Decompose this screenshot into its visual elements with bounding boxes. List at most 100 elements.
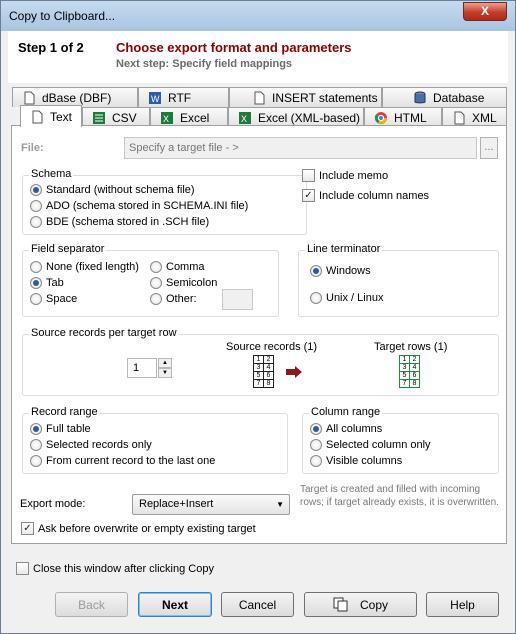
- range-selected-records-radio[interactable]: Selected records only: [30, 439, 152, 451]
- radio-indicator: [310, 423, 322, 435]
- browse-file-button[interactable]: ...: [480, 137, 498, 159]
- separator-none-radio[interactable]: None (fixed length): [30, 261, 139, 273]
- terminator-windows-radio[interactable]: Windows: [310, 265, 371, 277]
- spin-up-icon[interactable]: ▲: [158, 358, 172, 368]
- option-label: None (fixed length): [46, 261, 139, 273]
- tab-label: HTML: [394, 110, 427, 125]
- tab-html[interactable]: HTML: [364, 107, 442, 127]
- radio-indicator: [310, 455, 322, 467]
- target-rows-caption: Target rows (1): [374, 341, 448, 353]
- option-label: All columns: [326, 423, 383, 435]
- tab-excel[interactable]: X Excel: [150, 107, 228, 127]
- option-label: Other:: [166, 293, 197, 305]
- separator-comma-radio[interactable]: Comma: [150, 261, 205, 273]
- schema-bde-radio[interactable]: BDE (schema stored in .SCH file): [30, 216, 209, 228]
- dialog-window: Copy to Clipboard... X Step 1 of 2 Choos…: [0, 0, 516, 634]
- grid-cell: 8: [263, 379, 274, 388]
- option-label: Tab: [46, 277, 64, 289]
- other-separator-input[interactable]: [222, 289, 253, 310]
- range-full-table-radio[interactable]: Full table: [30, 423, 91, 435]
- line-terminator-group: Line terminator Windows Unix / Linux: [298, 243, 499, 317]
- tab-label: dBase (DBF): [42, 90, 112, 105]
- radio-indicator: [150, 293, 162, 305]
- step-indicator: Step 1 of 2: [18, 40, 84, 55]
- back-button[interactable]: Back: [55, 592, 128, 617]
- file-icon: [252, 91, 266, 105]
- separator-semicolon-radio[interactable]: Semicolon: [150, 277, 217, 289]
- tab-excel-xml[interactable]: X Excel (XML-based): [228, 107, 364, 127]
- record-range-label: Record range: [29, 406, 100, 418]
- separator-other-radio[interactable]: Other:: [150, 293, 197, 305]
- button-label: Next: [161, 597, 188, 612]
- radio-indicator: [150, 277, 162, 289]
- file-icon: [30, 110, 44, 124]
- copy-icon: [333, 597, 348, 612]
- option-label: From current record to the last one: [46, 455, 216, 467]
- radio-indicator: [310, 439, 322, 451]
- grid-cell: 3: [399, 363, 410, 372]
- cancel-button[interactable]: Cancel: [221, 592, 294, 617]
- spin-down-icon[interactable]: ▼: [158, 368, 172, 378]
- step-title: Choose export format and parameters: [116, 40, 352, 55]
- columns-selected-radio[interactable]: Selected column only: [310, 439, 431, 451]
- option-label: Windows: [326, 265, 371, 277]
- line-terminator-label: Line terminator: [305, 243, 383, 255]
- tab-text[interactable]: Text: [20, 105, 82, 127]
- file-icon: [452, 111, 466, 125]
- radio-indicator: [30, 200, 42, 212]
- close-after-copy-checkbox[interactable]: Close this window after clicking Copy: [16, 562, 214, 575]
- option-label: Standard (without schema file): [46, 184, 195, 196]
- tab-label: XML: [472, 110, 497, 125]
- column-range-label: Column range: [309, 406, 383, 418]
- include-column-names-checkbox[interactable]: ✓ Include column names: [302, 189, 429, 202]
- option-label: Full table: [46, 423, 91, 435]
- svg-text:W: W: [151, 94, 160, 104]
- help-button[interactable]: Help: [426, 592, 499, 617]
- tab-csv[interactable]: CSV: [82, 107, 150, 127]
- csv-icon: [92, 111, 106, 125]
- export-mode-label: Export mode:: [20, 498, 86, 510]
- range-current-to-last-radio[interactable]: From current record to the last one: [30, 455, 215, 467]
- tab-xml[interactable]: XML: [442, 107, 507, 127]
- tab-rtf[interactable]: W RTF: [138, 87, 229, 107]
- target-rows-grid-icon: 12 34 56 78: [399, 355, 420, 388]
- ask-overwrite-checkbox[interactable]: ✓ Ask before overwrite or empty existing …: [21, 522, 256, 535]
- records-per-row-label: Source records per target row: [29, 327, 179, 339]
- radio-indicator: [30, 261, 42, 273]
- export-mode-select[interactable]: Replace+Insert ▼: [132, 494, 290, 515]
- terminator-unix-radio[interactable]: Unix / Linux: [310, 292, 383, 304]
- source-records-caption: Source records (1): [226, 341, 318, 353]
- grid-cell: 4: [263, 363, 274, 372]
- schema-label: Schema: [29, 168, 74, 180]
- tab-label: RTF: [168, 90, 192, 105]
- include-memo-checkbox[interactable]: Include memo: [302, 169, 388, 182]
- close-button[interactable]: X: [463, 2, 507, 21]
- separator-tab-radio[interactable]: Tab: [30, 277, 64, 289]
- browser-icon: [374, 111, 388, 125]
- next-button[interactable]: Next: [138, 592, 212, 617]
- tab-insert-statements[interactable]: INSERT statements: [229, 87, 382, 107]
- word-icon: W: [148, 91, 162, 105]
- schema-group: Schema Standard (without schema file) AD…: [22, 168, 307, 235]
- button-label: Cancel: [238, 597, 277, 612]
- grid-cell: 5: [253, 371, 264, 380]
- grid-cell: 1: [399, 355, 410, 364]
- records-per-row-input[interactable]: 1: [127, 358, 157, 378]
- radio-indicator: [30, 293, 42, 305]
- column-range-group: Column range All columns Selected column…: [302, 406, 499, 474]
- schema-ado-radio[interactable]: ADO (schema stored in SCHEMA.INI file): [30, 200, 248, 212]
- tab-label: CSV: [112, 110, 137, 125]
- tab-label: Excel (XML-based): [258, 110, 361, 125]
- columns-visible-radio[interactable]: Visible columns: [310, 455, 402, 467]
- option-label: Selected records only: [46, 439, 152, 451]
- separator-space-radio[interactable]: Space: [30, 293, 77, 305]
- schema-standard-radio[interactable]: Standard (without schema file): [30, 184, 195, 196]
- copy-button[interactable]: Copy: [304, 592, 417, 617]
- columns-all-radio[interactable]: All columns: [310, 423, 382, 435]
- excel-icon: X: [160, 111, 174, 125]
- file-path-input[interactable]: [124, 137, 477, 159]
- radio-indicator: [30, 277, 42, 289]
- tab-database[interactable]: Database: [382, 87, 507, 107]
- tab-dbase[interactable]: dBase (DBF): [12, 87, 138, 107]
- records-per-row-group: Source records per target row 1 ▲ ▼ Sour…: [22, 327, 499, 396]
